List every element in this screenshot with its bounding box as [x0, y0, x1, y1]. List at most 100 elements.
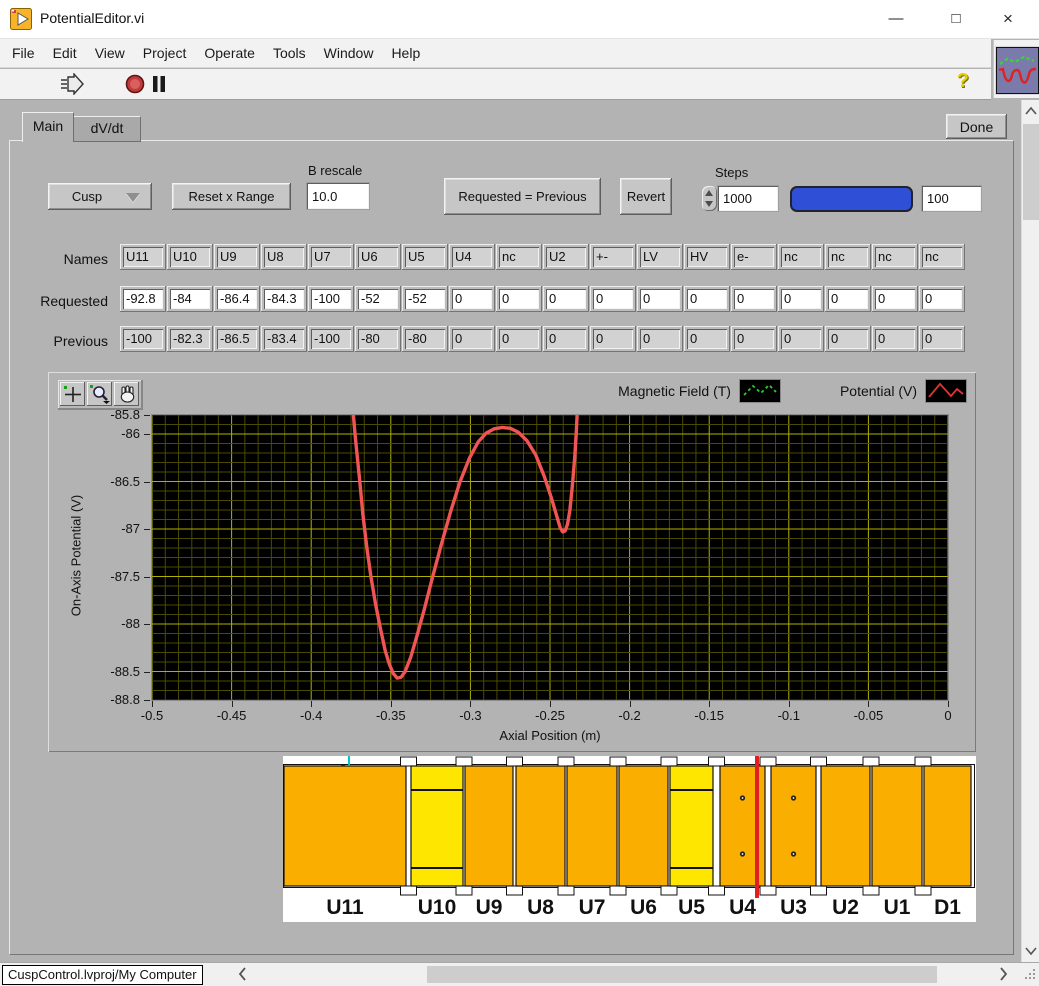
resize-grip[interactable] [1025, 969, 1037, 981]
steps-spinner[interactable] [702, 186, 717, 211]
requested-field-5[interactable]: -52 [355, 286, 401, 312]
tab-main[interactable]: Main [22, 112, 74, 142]
spinner-up-icon[interactable] [705, 190, 713, 196]
names-field-11[interactable]: LV [637, 244, 683, 270]
menu-item-operate[interactable]: Operate [195, 39, 264, 67]
requested-field-12[interactable]: 0 [684, 286, 730, 312]
menu-item-file[interactable]: File [3, 39, 44, 67]
scroll-up-icon[interactable] [1024, 106, 1038, 116]
vertical-scrollbar-thumb[interactable] [1023, 124, 1039, 220]
previous-field-value-14: 0 [781, 329, 821, 349]
requested-field-8[interactable]: 0 [496, 286, 542, 312]
b-rescale-field[interactable]: 10.0 [307, 183, 369, 209]
horizontal-scrollbar-thumb[interactable] [427, 966, 937, 983]
rate-field[interactable]: 100 [922, 186, 981, 211]
context-help-icon[interactable]: ? [957, 70, 969, 93]
scroll-left-icon[interactable] [237, 966, 247, 982]
legend-magnetic-label[interactable]: Magnetic Field (T) [618, 383, 731, 399]
requested-field-17[interactable]: 0 [919, 286, 965, 312]
requested-field-11[interactable]: 0 [637, 286, 683, 312]
crosshair-icon [62, 384, 84, 404]
close-button[interactable]: × [985, 0, 1031, 37]
menu-item-tools[interactable]: Tools [264, 39, 315, 67]
steps-field[interactable]: 1000 [718, 186, 778, 211]
names-field-15[interactable]: nc [825, 244, 871, 270]
zoom-tool-button[interactable] [87, 382, 112, 406]
names-field-6[interactable]: U5 [402, 244, 448, 270]
names-field-14[interactable]: nc [778, 244, 824, 270]
requested-field-3[interactable]: -84.3 [261, 286, 307, 312]
requested-field-13[interactable]: 0 [731, 286, 777, 312]
names-field-2[interactable]: U9 [214, 244, 260, 270]
title-bar: PotentialEditor.vi — □ × [0, 0, 1039, 39]
names-field-3[interactable]: U8 [261, 244, 307, 270]
requested-field-16[interactable]: 0 [872, 286, 918, 312]
plot-area[interactable] [152, 415, 948, 700]
names-field-value-10: +- [593, 247, 633, 267]
x-tick: -0.35 [363, 708, 419, 723]
menu-item-project[interactable]: Project [134, 39, 196, 67]
legend-potential-sample[interactable] [926, 380, 966, 402]
vi-icon[interactable] [996, 47, 1039, 94]
pause-button-icon[interactable] [150, 73, 168, 95]
tab-dvdt[interactable]: dV/dt [73, 116, 141, 142]
x-tick-mark [470, 701, 471, 707]
requested-field-4[interactable]: -100 [308, 286, 354, 312]
legend-magnetic-sample[interactable] [740, 380, 780, 402]
x-tick-mark [948, 701, 949, 707]
electrode-label-u8: U8 [527, 896, 554, 919]
x-tick-mark [232, 701, 233, 707]
requested-equals-previous-button[interactable]: Requested = Previous [444, 178, 601, 215]
names-field-9[interactable]: U2 [543, 244, 589, 270]
names-field-0[interactable]: U11 [120, 244, 166, 270]
requested-field-6[interactable]: -52 [402, 286, 448, 312]
names-field-4[interactable]: U7 [308, 244, 354, 270]
done-button[interactable]: Done [946, 114, 1007, 139]
x-tick: -0.5 [124, 708, 180, 723]
names-field-17[interactable]: nc [919, 244, 965, 270]
progress-bar[interactable] [790, 186, 913, 212]
requested-field-9[interactable]: 0 [543, 286, 589, 312]
menu-item-help[interactable]: Help [382, 39, 429, 67]
vertical-scrollbar[interactable] [1021, 100, 1039, 962]
scroll-right-icon[interactable] [999, 966, 1009, 982]
menu-item-edit[interactable]: Edit [44, 39, 86, 67]
requested-field-value-8: 0 [499, 289, 539, 309]
menu-item-view[interactable]: View [86, 39, 134, 67]
electrode-label-d1: D1 [934, 896, 961, 919]
menu-item-window[interactable]: Window [315, 39, 383, 67]
cursor-tool-button[interactable] [60, 382, 85, 406]
requested-field-14[interactable]: 0 [778, 286, 824, 312]
names-field-13[interactable]: e- [731, 244, 777, 270]
potential-graph: Magnetic Field (T) Potential (V) -85.8-8… [48, 372, 976, 752]
names-field-5[interactable]: U6 [355, 244, 401, 270]
previous-field-value-4: -100 [311, 329, 351, 349]
requested-field-7[interactable]: 0 [449, 286, 495, 312]
y-tick-mark [144, 624, 150, 625]
pan-tool-button[interactable] [114, 382, 139, 406]
requested-field-15[interactable]: 0 [825, 286, 871, 312]
requested-field-0[interactable]: -92.8 [120, 286, 166, 312]
legend-potential-label[interactable]: Potential (V) [840, 383, 917, 399]
names-field-7[interactable]: U4 [449, 244, 495, 270]
stop-button-icon[interactable] [125, 73, 145, 95]
x-tick: -0.45 [204, 708, 260, 723]
requested-field-1[interactable]: -84 [167, 286, 213, 312]
preset-dropdown[interactable]: Cusp [48, 183, 152, 210]
scroll-down-icon[interactable] [1024, 946, 1038, 956]
reset-x-range-button[interactable]: Reset x Range [172, 183, 291, 210]
names-field-10[interactable]: +- [590, 244, 636, 270]
names-field-value-5: U6 [358, 247, 398, 267]
previous-field-12: 0 [684, 326, 730, 352]
requested-field-10[interactable]: 0 [590, 286, 636, 312]
run-button-icon[interactable] [58, 73, 86, 95]
spinner-down-icon[interactable] [705, 201, 713, 207]
minimize-button[interactable]: — [873, 0, 919, 37]
requested-field-2[interactable]: -86.4 [214, 286, 260, 312]
revert-button[interactable]: Revert [620, 178, 672, 215]
names-field-12[interactable]: HV [684, 244, 730, 270]
maximize-button[interactable]: □ [933, 0, 979, 37]
names-field-8[interactable]: nc [496, 244, 542, 270]
names-field-16[interactable]: nc [872, 244, 918, 270]
names-field-1[interactable]: U10 [167, 244, 213, 270]
